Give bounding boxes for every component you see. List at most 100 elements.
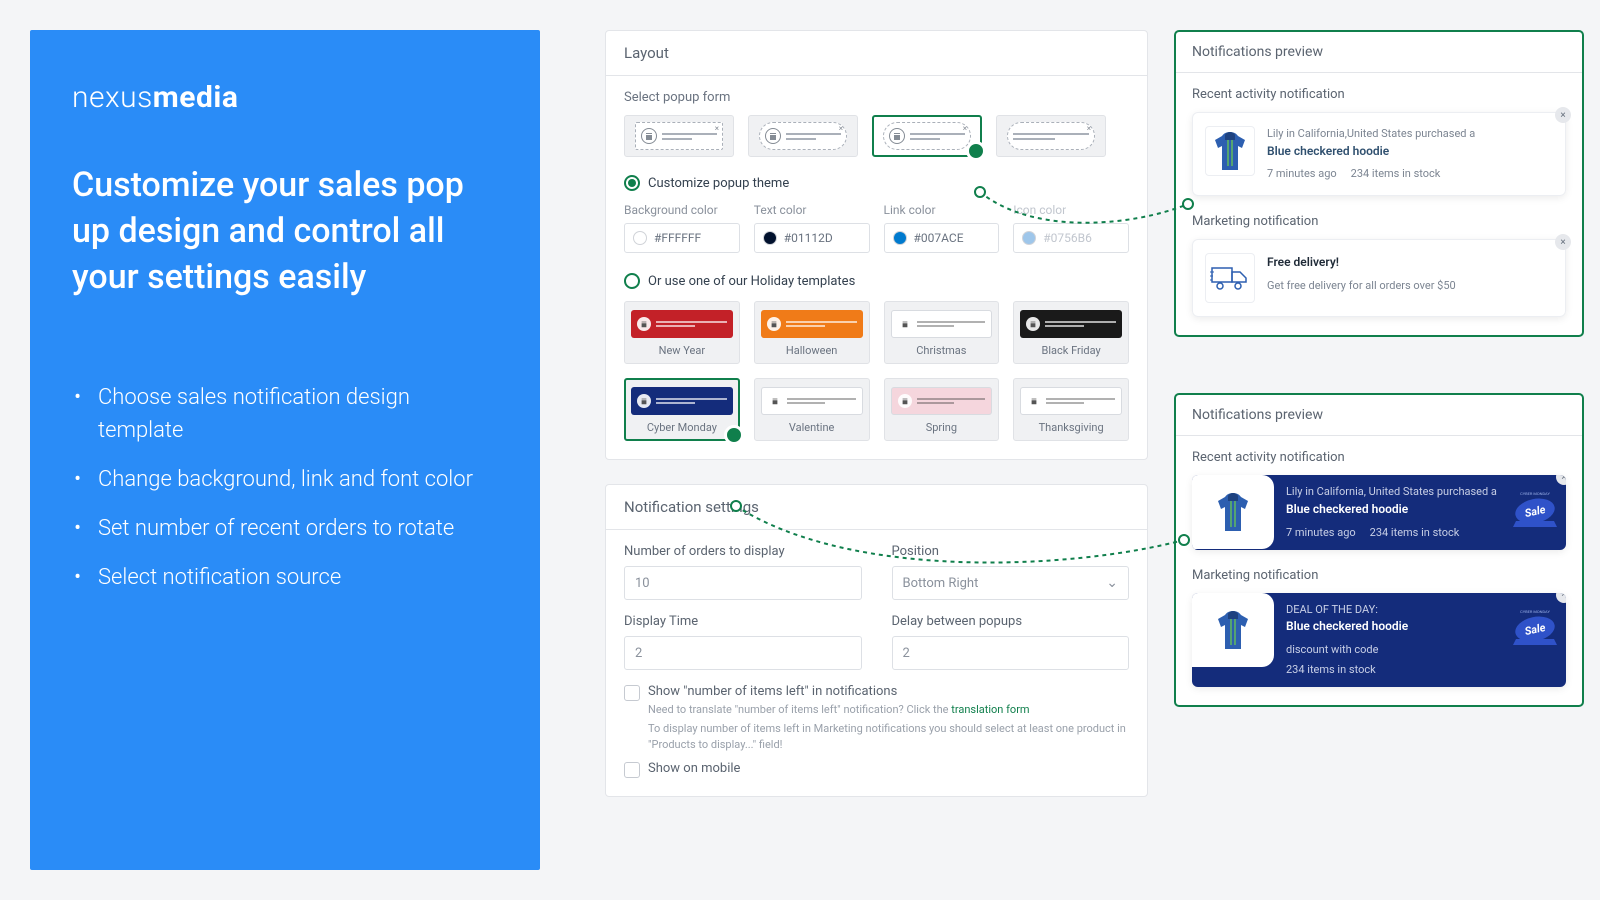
promo-bullets: Choose sales notification design templat… xyxy=(72,381,498,594)
color-value: #01112D xyxy=(784,231,833,245)
product-image xyxy=(1192,593,1274,667)
checkbox-label: Show "number of items left" in notificat… xyxy=(648,684,897,699)
field-label: Link color xyxy=(884,203,1000,217)
bullet-item: Change background, link and font color xyxy=(72,463,498,496)
notif-title: Blue checkered hoodie xyxy=(1267,143,1475,160)
customize-theme-radio[interactable]: Customize popup theme xyxy=(624,175,1129,191)
brand-bold: media xyxy=(153,80,239,115)
bg-color-field: Background color #FFFFFF xyxy=(624,203,740,253)
bullet-item: Choose sales notification design templat… xyxy=(72,381,498,447)
recent-activity-label: Recent activity notification xyxy=(1192,450,1566,465)
orders-input[interactable]: 10 xyxy=(624,566,862,600)
template-name: Thanksgiving xyxy=(1020,421,1122,434)
checkbox-hint: Need to translate "number of items left"… xyxy=(648,702,1129,718)
promo-sidebar: nexusmedia Customize your sales pop up d… xyxy=(30,30,540,870)
recent-activity-notification-dark: × Lily in California, United States purc… xyxy=(1192,475,1566,549)
popup-form-noicon[interactable]: × xyxy=(996,115,1106,157)
template-christmas[interactable]: Christmas xyxy=(884,301,1000,364)
close-icon[interactable]: × xyxy=(1555,234,1571,250)
icon-color-input[interactable]: #0756B6 xyxy=(1013,223,1129,253)
radio-icon xyxy=(624,175,640,191)
preview-column: Notifications preview Recent activity no… xyxy=(1174,30,1584,900)
display-time-input[interactable]: 2 xyxy=(624,636,862,670)
checkbox-icon xyxy=(624,762,640,778)
preview-title: Notifications preview xyxy=(1176,32,1582,73)
preview-title: Notifications preview xyxy=(1176,395,1582,436)
popup-form-options: × × × × xyxy=(624,115,1129,157)
recent-activity-notification: × Lily in California,United States purch… xyxy=(1192,112,1566,196)
close-icon[interactable]: × xyxy=(1555,107,1571,123)
notif-meta: 7 minutes ago xyxy=(1267,166,1337,182)
translation-form-link[interactable]: translation form xyxy=(951,703,1029,716)
product-image xyxy=(1205,126,1255,176)
panel-title: Layout xyxy=(606,31,1147,76)
template-new-year[interactable]: New Year xyxy=(624,301,740,364)
template-name: Halloween xyxy=(761,344,863,357)
show-mobile-checkbox[interactable]: Show on mobile xyxy=(624,761,1129,778)
template-cyber-monday[interactable]: Cyber Monday xyxy=(624,378,740,441)
holiday-template-radio[interactable]: Or use one of our Holiday templates xyxy=(624,273,1129,289)
marketing-label: Marketing notification xyxy=(1192,214,1566,229)
popup-form-rect[interactable]: × xyxy=(624,115,734,157)
settings-column: Layout Select popup form × × × × Customi… xyxy=(605,30,1148,900)
delay-field: Delay between popups 2 xyxy=(892,614,1130,670)
color-value: #0756B6 xyxy=(1043,231,1092,245)
close-icon[interactable]: × xyxy=(1556,475,1566,485)
panel-title: Notification settings xyxy=(606,485,1147,530)
holiday-templates: New Year Halloween Christmas Black Friday Cy… xyxy=(624,301,1129,441)
layout-panel: Layout Select popup form × × × × Customi… xyxy=(605,30,1148,460)
checkbox-label: Show on mobile xyxy=(648,761,740,776)
close-icon[interactable]: × xyxy=(1556,593,1566,603)
svg-text:CYBER MONDAY: CYBER MONDAY xyxy=(1520,609,1550,614)
delay-input[interactable]: 2 xyxy=(892,636,1130,670)
text-color-field: Text color #01112D xyxy=(754,203,870,253)
preview-panel-light: Notifications preview Recent activity no… xyxy=(1174,30,1584,337)
field-label: Icon color xyxy=(1013,203,1129,217)
position-select[interactable]: Bottom Right xyxy=(892,566,1130,600)
display-time-field: Display Time 2 xyxy=(624,614,862,670)
checkbox-icon xyxy=(624,685,640,701)
radio-label: Or use one of our Holiday templates xyxy=(648,274,855,289)
radio-label: Customize popup theme xyxy=(648,176,789,191)
template-spring[interactable]: Spring xyxy=(884,378,1000,441)
template-name: Christmas xyxy=(891,344,993,357)
template-name: Black Friday xyxy=(1020,344,1122,357)
link-color-input[interactable]: #007ACE xyxy=(884,223,1000,253)
template-black-friday[interactable]: Black Friday xyxy=(1013,301,1129,364)
template-thanksgiving[interactable]: Thanksgiving xyxy=(1013,378,1129,441)
text-color-input[interactable]: #01112D xyxy=(754,223,870,253)
template-valentine[interactable]: Valentine xyxy=(754,378,870,441)
popup-form-pill-selected[interactable]: × xyxy=(872,115,982,157)
color-fields: Background color #FFFFFF Text color #011… xyxy=(624,203,1129,253)
marketing-label: Marketing notification xyxy=(1192,568,1566,583)
bullet-item: Set number of recent orders to rotate xyxy=(72,512,498,545)
color-value: #007ACE xyxy=(914,231,964,245)
brand-light: nexus xyxy=(72,80,153,115)
template-name: New Year xyxy=(631,344,733,357)
select-popup-label: Select popup form xyxy=(624,90,1129,105)
bullet-item: Select notification source xyxy=(72,561,498,594)
popup-form-pill[interactable]: × xyxy=(748,115,858,157)
marketing-notification-dark: × DEAL OF THE DAY: Blue checkered hoodie… xyxy=(1192,593,1566,687)
field-label: Number of orders to display xyxy=(624,544,862,559)
field-label: Display Time xyxy=(624,614,862,629)
notif-meta: 7 minutes ago xyxy=(1286,525,1356,541)
notif-meta: 234 items in stock xyxy=(1370,525,1460,541)
template-name: Valentine xyxy=(761,421,863,434)
position-field: Position Bottom Right xyxy=(892,544,1130,600)
bg-color-input[interactable]: #FFFFFF xyxy=(624,223,740,253)
notif-title: Free delivery! xyxy=(1267,254,1456,271)
recent-activity-label: Recent activity notification xyxy=(1192,87,1566,102)
template-halloween[interactable]: Halloween xyxy=(754,301,870,364)
show-items-left-checkbox[interactable]: Show "number of items left" in notificat… xyxy=(624,684,1129,753)
marketing-notification: × Free delivery! Get free delivery for a… xyxy=(1192,239,1566,317)
notif-line: Get free delivery for all orders over $5… xyxy=(1267,278,1456,294)
truck-icon xyxy=(1205,253,1255,303)
color-value: #FFFFFF xyxy=(654,231,701,245)
product-image xyxy=(1192,475,1274,549)
brand: nexusmedia xyxy=(72,80,498,115)
field-label: Text color xyxy=(754,203,870,217)
cyber-monday-badge: CYBER MONDAYSale xyxy=(1510,487,1560,529)
notif-line: Lily in California,United States purchas… xyxy=(1267,126,1475,142)
svg-text:CYBER MONDAY: CYBER MONDAY xyxy=(1520,491,1550,496)
